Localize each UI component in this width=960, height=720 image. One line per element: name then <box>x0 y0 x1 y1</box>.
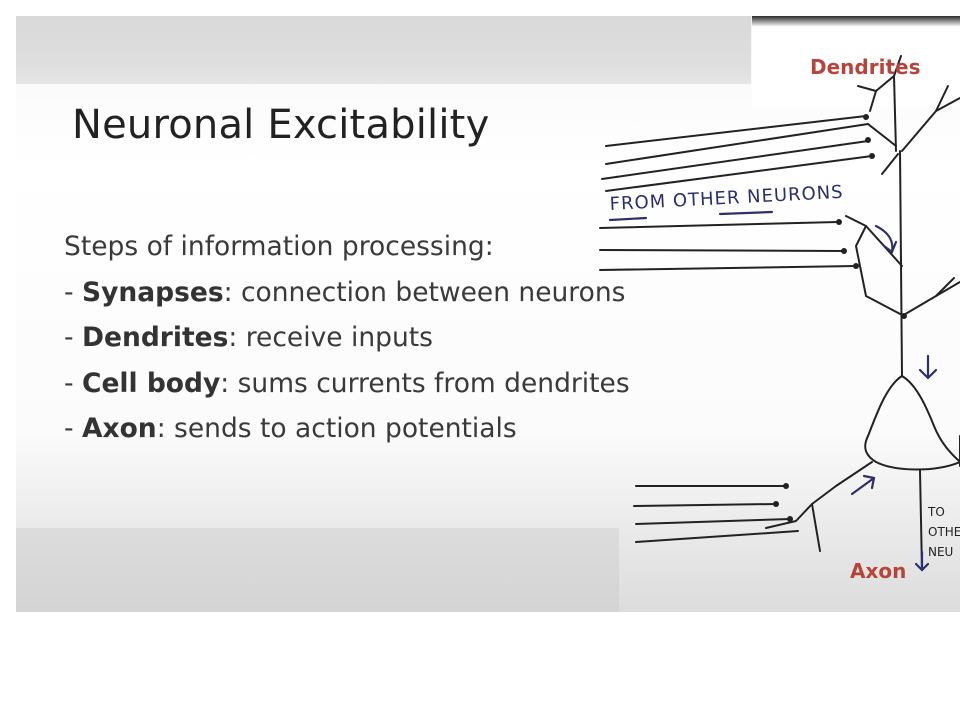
neuron-diagram: Dendrites Axon FROM OTHER NEURONS TO OTH… <box>599 55 960 583</box>
item-desc: : sends to action potentials <box>156 413 517 444</box>
item-desc: : receive inputs <box>228 322 433 353</box>
bottom-letterbox-band <box>16 528 619 612</box>
to-note-line3: NEU <box>928 545 953 559</box>
axon-label: Axon <box>850 559 906 583</box>
item-dash: - <box>64 276 82 308</box>
video-frame: Neuronal Excitability Steps of informati… <box>16 16 960 612</box>
item-desc: : connection between neurons <box>223 276 626 308</box>
arrow-down-icon <box>918 354 938 380</box>
item-dash: - <box>64 413 82 444</box>
item-term: Cell body <box>82 367 221 399</box>
item-dash: - <box>64 322 82 353</box>
to-note-line2: OTHER <box>928 525 960 539</box>
item-desc: : sums currents from dendrites <box>220 367 630 399</box>
arrow-in-icon <box>850 474 876 496</box>
to-note-line1: TO <box>927 505 945 519</box>
item-term: Synapses <box>82 276 224 308</box>
item-term: Axon <box>82 413 157 444</box>
slide-title: Neuronal Excitability <box>72 102 490 148</box>
item-dash: - <box>64 367 82 399</box>
cell-body <box>864 375 960 471</box>
axon-arrow-icon <box>914 550 930 572</box>
dendrites-label: Dendrites <box>810 55 920 79</box>
item-term: Dendrites <box>82 322 229 353</box>
